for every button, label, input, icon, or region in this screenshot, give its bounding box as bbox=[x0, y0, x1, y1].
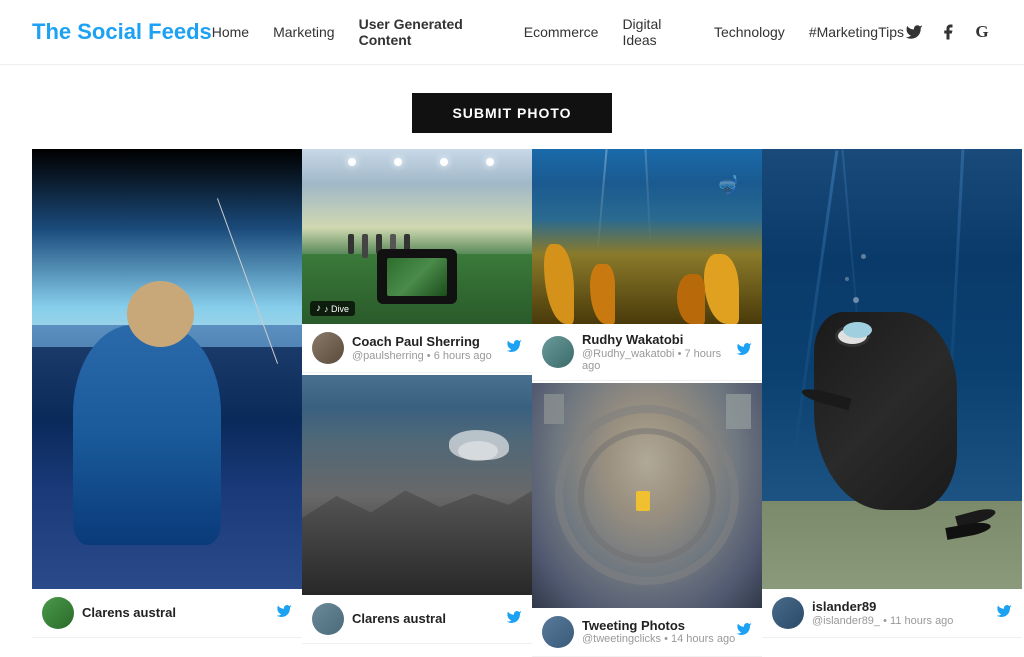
logo-text-bold: Social Feeds bbox=[77, 19, 212, 44]
gallery-column-2: ♪ ♪ Dive Coach Paul Sherring bbox=[302, 149, 532, 644]
nav-digital-ideas[interactable]: Digital Ideas bbox=[622, 16, 690, 48]
avatar-rocky bbox=[312, 603, 344, 635]
tiktok-badge: ♪ ♪ Dive bbox=[310, 301, 355, 316]
nav-ugc[interactable]: User Generated Content bbox=[359, 16, 500, 48]
photo-info-coral: Rudhy Wakatobi @Rudhy_wakatobi • 7 hours… bbox=[532, 324, 762, 381]
photo-gallery: Clarens austral bbox=[0, 149, 1024, 657]
photo-info-aerial: Tweeting Photos @tweetingclicks • 14 hou… bbox=[532, 608, 762, 657]
avatar-coral bbox=[542, 336, 574, 368]
user-handle-sports: @paulsherring • 6 hours ago bbox=[352, 350, 492, 362]
photo-info-sports: Coach Paul Sherring @paulsherring • 6 ho… bbox=[302, 324, 532, 373]
user-handle-aerial: @tweetingclicks • 14 hours ago bbox=[582, 633, 735, 645]
gallery-column-1: Clarens austral bbox=[32, 149, 302, 638]
nav-marketing[interactable]: Marketing bbox=[273, 24, 334, 40]
twitter-share-icon-aerial[interactable] bbox=[736, 621, 752, 642]
logo-text-regular: The bbox=[32, 19, 77, 44]
photo-info-fishing: Clarens austral bbox=[32, 589, 302, 638]
twitter-share-icon-sports[interactable] bbox=[506, 338, 522, 359]
photo-card-sports[interactable]: ♪ ♪ Dive bbox=[302, 149, 532, 324]
photo-card-rocky-coast[interactable] bbox=[302, 375, 532, 595]
avatar-aerial bbox=[542, 616, 574, 648]
photo-info-diver: islander89 @islander89_ • 11 hours ago bbox=[762, 589, 1022, 638]
twitter-share-icon-coral[interactable] bbox=[736, 341, 752, 362]
user-handle-coral: @Rudhy_wakatobi • 7 hours ago bbox=[582, 348, 736, 372]
gallery-column-3: 🤿 Rudhy Wakatobi @Rudhy_wakatobi • 7 hou… bbox=[532, 149, 762, 657]
nav-marketing-tips[interactable]: #MarketingTips bbox=[809, 24, 904, 40]
user-name-coral: Rudhy Wakatobi bbox=[582, 332, 736, 348]
user-name-sports: Coach Paul Sherring bbox=[352, 334, 492, 350]
site-header: The Social Feeds Home Marketing User Gen… bbox=[0, 0, 1024, 65]
user-info-fishing: Clarens austral bbox=[42, 597, 176, 629]
avatar-diver bbox=[772, 597, 804, 629]
google-icon[interactable]: G bbox=[972, 22, 992, 42]
user-name-aerial: Tweeting Photos bbox=[582, 618, 735, 634]
twitter-icon[interactable] bbox=[904, 22, 924, 42]
twitter-share-icon-rocky[interactable] bbox=[506, 609, 522, 630]
nav-home[interactable]: Home bbox=[212, 24, 249, 40]
avatar-fishing bbox=[42, 597, 74, 629]
submit-photo-button[interactable]: SUBMIT PHOTO bbox=[412, 93, 611, 133]
user-name-fishing: Clarens austral bbox=[82, 605, 176, 621]
nav-technology[interactable]: Technology bbox=[714, 24, 785, 40]
user-name-diver: islander89 bbox=[812, 599, 953, 615]
twitter-share-icon-fishing[interactable] bbox=[276, 603, 292, 624]
site-logo[interactable]: The Social Feeds bbox=[32, 19, 212, 45]
gallery-column-4: islander89 @islander89_ • 11 hours ago bbox=[762, 149, 1022, 638]
photo-card-aerial-road[interactable] bbox=[532, 383, 762, 608]
submit-section: SUBMIT PHOTO bbox=[0, 65, 1024, 149]
main-nav: Home Marketing User Generated Content Ec… bbox=[212, 16, 904, 48]
user-handle-diver: @islander89_ • 11 hours ago bbox=[812, 615, 953, 627]
user-name-rocky: Clarens austral bbox=[352, 611, 446, 627]
nav-ecommerce[interactable]: Ecommerce bbox=[524, 24, 599, 40]
social-icons-group: G bbox=[904, 22, 992, 42]
facebook-icon[interactable] bbox=[938, 22, 958, 42]
photo-card-diver[interactable] bbox=[762, 149, 1022, 589]
gopro-screen bbox=[387, 258, 447, 296]
twitter-share-icon-diver[interactable] bbox=[996, 603, 1012, 624]
tiktok-icon: ♪ bbox=[316, 303, 321, 314]
gopro-overlay bbox=[377, 249, 457, 304]
avatar-sports bbox=[312, 332, 344, 364]
tiktok-label: ♪ Dive bbox=[324, 304, 349, 314]
photo-card-coral[interactable]: 🤿 bbox=[532, 149, 762, 324]
photo-card-fishing[interactable] bbox=[32, 149, 302, 589]
photo-info-rocky-coast: Clarens austral bbox=[302, 595, 532, 644]
